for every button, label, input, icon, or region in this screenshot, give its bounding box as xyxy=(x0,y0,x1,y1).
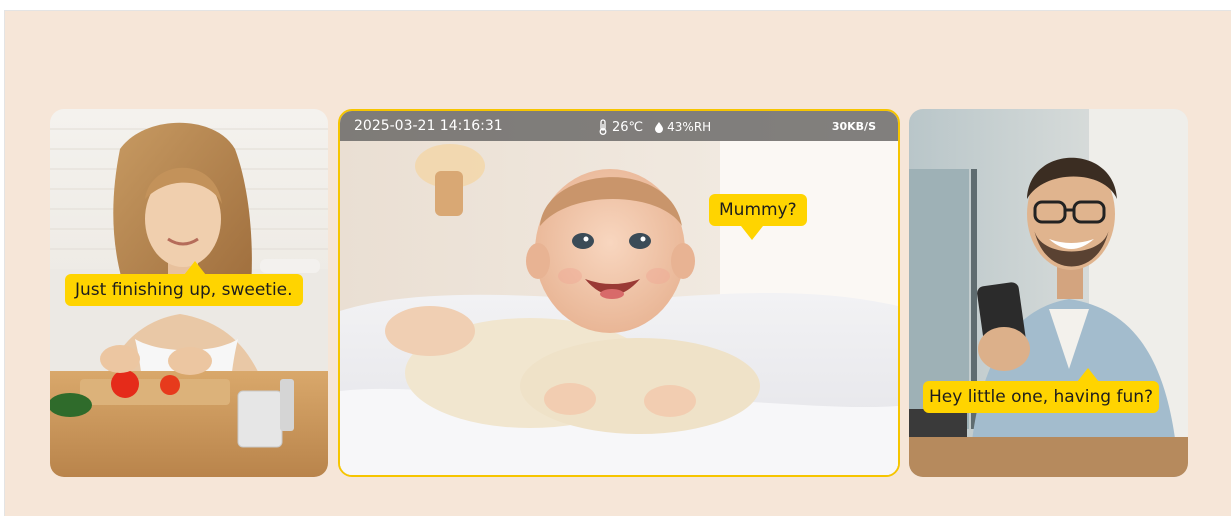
network-bitrate: 30KB/S xyxy=(831,120,876,133)
camera-status-bar: 2025-03-21 14:16:31 26℃ 43%RH 30KB/S xyxy=(340,111,898,141)
humidity-value: 43%RH xyxy=(667,120,712,134)
mother-photo-panel: Just finishing up, sweetie. xyxy=(50,109,328,477)
camera-feed-panel: 2025-03-21 14:16:31 26℃ 43%RH 30KB/S Mum… xyxy=(338,109,900,477)
baby-speech-bubble: Mummy? xyxy=(709,194,807,226)
father-office-image xyxy=(909,109,1188,477)
father-photo-panel: Hey little one, having fun? xyxy=(909,109,1188,477)
droplet-icon xyxy=(655,121,664,133)
temperature-value: 26℃ xyxy=(612,119,644,135)
baby-camera-image xyxy=(340,111,898,475)
mother-speech-bubble: Just finishing up, sweetie. xyxy=(65,274,303,306)
camera-datetime: 2025-03-21 14:16:31 xyxy=(354,118,503,134)
thermometer-icon xyxy=(599,119,607,135)
environment-readout: 26℃ 43%RH xyxy=(598,119,711,135)
father-speech-bubble: Hey little one, having fun? xyxy=(923,381,1160,413)
speech-tail xyxy=(741,226,763,240)
